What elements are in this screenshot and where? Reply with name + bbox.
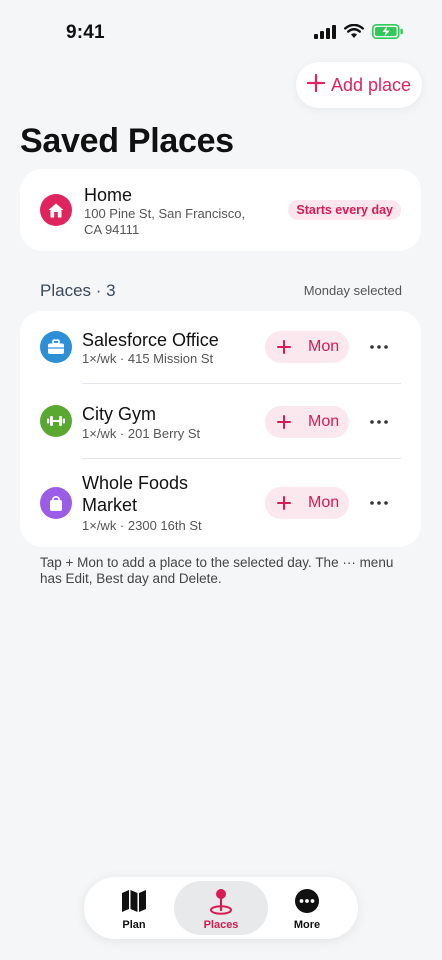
place-name: Whole Foods Market [82, 473, 189, 515]
home-card[interactable]: Home 100 Pine St, San Francisco, CA 9411… [20, 169, 421, 251]
tab-plan[interactable]: Plan [87, 881, 181, 935]
tab-places[interactable]: Places [174, 881, 268, 935]
more-options-icon[interactable] [368, 492, 390, 514]
add-place-label: Add place [330, 74, 412, 95]
status-bar: 9:41 [0, 0, 442, 64]
page-title: Saved Places [20, 122, 234, 160]
add-place-button[interactable]: Add place [296, 62, 422, 108]
more-icon [260, 887, 354, 915]
day-button-label: Mon [308, 413, 340, 430]
home-name: Home [84, 185, 133, 205]
map-icon [87, 887, 181, 915]
add-to-day-button[interactable]: Mon [265, 487, 349, 519]
place-name: City Gym [82, 404, 156, 424]
selected-day-text: Monday selected [303, 283, 402, 298]
dumbbell-icon [40, 405, 72, 437]
battery-charging-icon [372, 24, 404, 44]
divider [82, 383, 401, 384]
plus-icon [275, 331, 293, 363]
place-meta: 1×/wk · 2300 16th St [82, 518, 202, 533]
more-options-icon[interactable] [368, 336, 390, 358]
help-text: Tap + Mon to add a place to the selected… [40, 555, 394, 586]
list-item[interactable]: City Gym 1×/wk · 201 Berry St Mon [20, 385, 421, 459]
place-name: Salesforce Office [82, 330, 219, 350]
location-pin-icon [174, 887, 268, 915]
list-item[interactable]: Whole Foods Market 1×/wk · 2300 16th St … [20, 459, 421, 547]
briefcase-icon [40, 331, 72, 363]
plus-icon [275, 406, 293, 438]
day-button-label: Mon [308, 494, 340, 511]
status-time: 9:41 [66, 22, 105, 43]
wifi-icon [344, 23, 364, 44]
tab-bar: Plan Places More [84, 877, 358, 939]
status-icons [314, 23, 404, 44]
places-list: Salesforce Office 1×/wk · 415 Mission St… [20, 311, 421, 547]
tab-more[interactable]: More [260, 881, 354, 935]
places-section-title: Places · 3 [40, 281, 116, 300]
tab-label: Plan [122, 919, 146, 931]
house-icon [40, 194, 72, 226]
place-meta: 1×/wk · 201 Berry St [82, 426, 201, 441]
place-meta: 1×/wk · 415 Mission St [82, 351, 214, 366]
home-address: 100 Pine St, San Francisco, CA 94111 [84, 206, 246, 237]
shopping-bag-icon [40, 487, 72, 519]
add-to-day-button[interactable]: Mon [265, 406, 349, 438]
day-button-label: Mon [308, 338, 340, 355]
more-options-icon[interactable] [368, 411, 390, 433]
tab-label: Places [203, 919, 239, 931]
plus-icon [275, 487, 293, 519]
tab-label: More [293, 919, 321, 931]
cellular-signal-icon [314, 24, 336, 44]
plus-icon [306, 73, 326, 97]
status-badge: Starts every day [288, 200, 401, 220]
list-item[interactable]: Salesforce Office 1×/wk · 415 Mission St… [20, 311, 421, 385]
add-to-day-button[interactable]: Mon [265, 331, 349, 363]
